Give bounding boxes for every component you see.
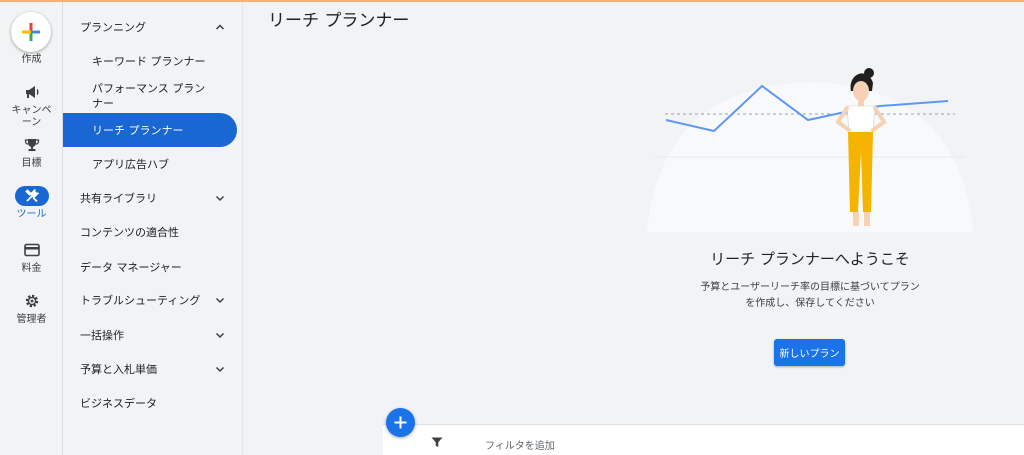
rail-item-goals[interactable]: 目標 <box>0 135 63 170</box>
chevron-down-icon <box>215 195 225 202</box>
nav-item-reach-planner[interactable]: リーチ プランナー <box>63 113 237 147</box>
rail-item-tools[interactable]: ツール <box>0 186 63 221</box>
nav-item-data-manager[interactable]: データ マネージャー <box>63 257 237 277</box>
megaphone-icon <box>0 82 63 102</box>
chevron-down-icon <box>215 297 225 304</box>
nav-item-performance-planner[interactable]: パフォーマンス プランナー <box>63 81 237 113</box>
filter-placeholder[interactable]: フィルタを追加 <box>485 437 555 452</box>
plus-icon <box>394 416 407 429</box>
welcome-heading: リーチ プランナーへようこそ <box>710 250 910 268</box>
nav-item-content-suitability[interactable]: コンテンツの適合性 <box>63 222 237 242</box>
nav-item-keyword-planner[interactable]: キーワード プランナー <box>63 51 237 71</box>
page-title: リーチ プランナー <box>268 11 410 31</box>
add-fab-button[interactable] <box>386 408 415 437</box>
nav-item-business-data[interactable]: ビジネスデータ <box>63 393 237 413</box>
nav-group-shared-library[interactable]: 共有ライブラリ <box>63 188 237 208</box>
rail-item-billing[interactable]: 料金 <box>0 240 63 275</box>
create-button[interactable] <box>11 12 51 52</box>
rail-item-create-label[interactable]: 作成 <box>0 54 63 66</box>
nav-group-planning[interactable]: プランニング <box>63 16 237 38</box>
welcome-illustration <box>647 68 973 232</box>
new-plan-button[interactable]: 新しいプラン <box>774 339 845 366</box>
trophy-icon <box>0 135 63 155</box>
rail-item-campaigns[interactable]: キャンペーン <box>0 82 63 129</box>
chevron-up-icon <box>215 24 225 30</box>
tools-nav-panel: プランニング キーワード プランナー パフォーマンス プランナー リーチ プラン… <box>63 2 243 455</box>
nav-group-budgets-bidding[interactable]: 予算と入札単価 <box>63 359 237 379</box>
nav-item-app-ad-hub[interactable]: アプリ広告ハブ <box>63 154 237 174</box>
filter-icon[interactable] <box>431 437 443 448</box>
nav-group-troubleshooting[interactable]: トラブルシューティング <box>63 290 237 310</box>
filter-bar[interactable]: フィルタを追加 <box>383 424 1024 455</box>
rail-item-admin[interactable]: 管理者 <box>0 291 63 326</box>
welcome-description: 予算とユーザーリーチ率の目標に基づいてプランを作成し、保存してください <box>700 282 920 309</box>
plus-icon <box>22 23 40 41</box>
chevron-down-icon <box>215 366 225 373</box>
credit-card-icon <box>0 240 63 260</box>
gear-icon <box>0 291 63 311</box>
left-rail: 作成 キャンペーン 目標 ツール 料金 管理者 <box>0 2 63 455</box>
tools-icon <box>14 186 49 206</box>
nav-group-bulk-actions[interactable]: 一括操作 <box>63 325 237 345</box>
chevron-down-icon <box>215 332 225 339</box>
